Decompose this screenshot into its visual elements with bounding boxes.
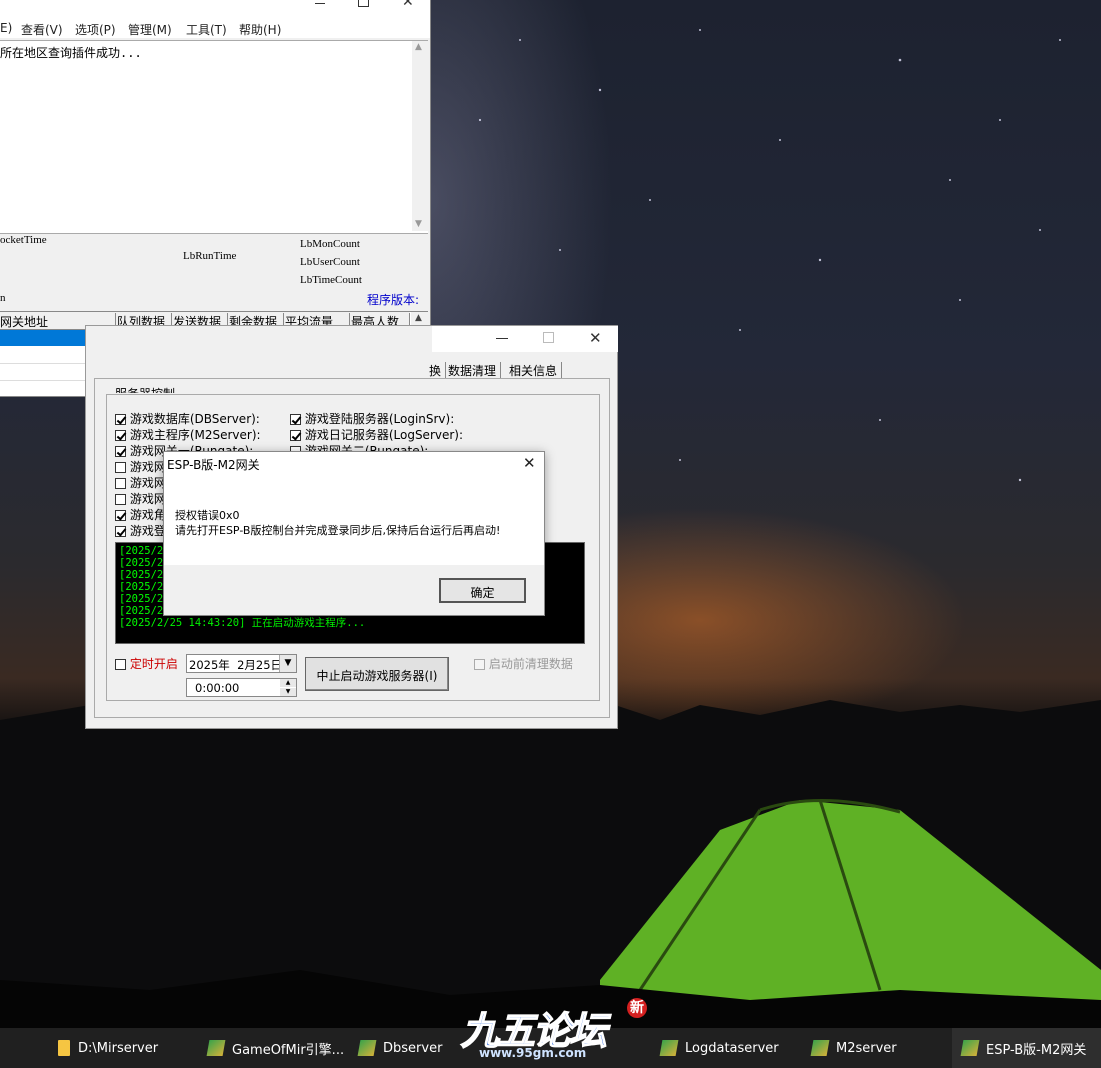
taskbar-item-m2server[interactable]: M2server [810,1028,942,1068]
forum-watermark-logo: 九五论坛 www.95gm.com 新 [455,998,650,1066]
taskbar-label: GameOfMir引擎... [232,1042,345,1058]
stop-start-server-button[interactable]: 中止启动游戏服务器(I) [305,657,449,691]
checkbox-icon[interactable] [115,478,126,489]
check-label: 游戏登 [129,524,166,538]
app-icon [960,1040,980,1056]
taskbar-item-mirserver[interactable]: D:\Mirserver [58,1028,198,1068]
dialog-message-line2: 请先打开ESP-B版控制台并完成登录同步后,保持后台运行后再启动! [175,524,501,537]
info-panel: ocketTime LbRunTime LbMonCount LbUserCou… [0,234,428,310]
checkbox-icon[interactable] [290,414,301,425]
menu-options[interactable]: 选项(P) [75,21,116,38]
date-picker[interactable]: 2025年 2月25日 ▼ [186,654,297,673]
maximize-button[interactable] [350,0,380,10]
error-dialog: ESP-B版-M2网关 ✕ 授权错误0x0 请先打开ESP-B版控制台并完成登录… [163,451,545,616]
checkbox-icon[interactable] [115,494,126,505]
tab-about[interactable]: 相关信息 [509,362,563,379]
checkbox-icon[interactable] [115,526,126,537]
checkbox-icon[interactable] [474,659,485,670]
checkbox-icon[interactable] [115,462,126,473]
close-button[interactable]: ✕ [395,0,425,10]
ok-button[interactable]: 确定 [439,578,526,603]
user-count-label: LbUserCount [300,256,360,268]
group-title: 服务器控制 [113,385,178,393]
app-icon [206,1040,226,1056]
menu-view[interactable]: 查看(V) [21,21,63,38]
taskbar-label: D:\Mirserver [78,1040,159,1056]
spin-down-icon[interactable]: ▼ [280,688,296,696]
log-line: 所在地区查询插件成功... [0,46,142,60]
date-value: 2025年 2月25日 [189,658,283,672]
taskbar: D:\Mirserver GameOfMir引擎... Dbserver Log… [0,998,1101,1068]
spin-up-icon[interactable]: ▲ [280,679,296,687]
scroll-up-icon[interactable]: ▲ [415,313,422,323]
checkbox-icon[interactable] [290,430,301,441]
check-logserver[interactable]: 游戏日记服务器(LogServer): [290,426,490,442]
check-label: 游戏日记服务器(LogServer): [304,428,464,442]
check-label: 游戏网 [129,460,166,474]
dialog-close-icon[interactable]: ✕ [523,454,536,472]
check-loginsrv[interactable]: 游戏登陆服务器(LoginSrv): [290,410,490,426]
menu-bar: E) 查看(V) 选项(P) 管理(M) 工具(T) 帮助(H) [0,10,430,38]
tab-partial[interactable]: 换 [429,362,447,379]
menu-manage[interactable]: 管理(M) [128,21,172,38]
check-m2server[interactable]: 游戏主程序(M2Server): [115,426,275,442]
taskbar-label: Logdataserver [685,1040,779,1056]
minimize-button[interactable] [305,0,335,10]
console-close-icon[interactable]: ✕ [589,329,602,347]
taskbar-item-esp-m2gate[interactable]: ESP-B版-M2网关 [952,1028,1101,1068]
taskbar-label: ESP-B版-M2网关 [986,1042,1087,1058]
scroll-up-icon[interactable]: ▲ [415,42,422,52]
dialog-title: ESP-B版-M2网关 [167,458,260,472]
log-line: [2025/2/25 14:43:20] 正在启动游戏主程序... [119,617,366,629]
menu-tools[interactable]: 工具(T) [186,21,227,38]
time-spinner[interactable]: 0:00:00 ▲ ▼ [186,678,297,697]
check-label: 游戏数据库(DBServer): [129,412,260,426]
check-label: 游戏登陆服务器(LoginSrv): [304,412,455,426]
stop-start-label: 中止启动游戏服务器(I) [316,669,438,683]
left-small-label: n [0,292,6,304]
menu-edit[interactable]: E) [0,21,12,35]
app-icon [810,1040,830,1056]
console-minimize-button[interactable] [496,338,508,339]
app-icon [357,1040,377,1056]
dialog-message-line1: 授权错误0x0 [175,509,240,522]
taskbar-item-gameofmir[interactable]: GameOfMir引擎... [206,1028,348,1068]
ok-label: 确定 [470,586,495,600]
taskbar-label: Dbserver [383,1040,443,1056]
time-count-label: LbTimeCount [300,274,362,286]
checkbox-icon[interactable] [115,510,126,521]
check-dbserver[interactable]: 游戏数据库(DBServer): [115,410,275,426]
version-label: 程序版本: [367,293,420,307]
checkbox-icon[interactable] [115,430,126,441]
watermark-badge: 新 [627,998,647,1018]
time-value: 0:00:00 [195,681,240,695]
run-time-label: LbRunTime [183,250,237,262]
console-maximize-button[interactable] [543,332,554,343]
log-scrollbar[interactable]: ▲ ▼ [412,41,428,231]
checkbox-icon[interactable] [115,446,126,457]
clear-before-start-checkbox[interactable]: 启动前清理数据 [474,655,573,672]
check-label: 游戏角 [129,508,166,522]
menu-help[interactable]: 帮助(H) [239,21,281,38]
check-label: 游戏网 [129,492,166,506]
dropdown-arrow-icon[interactable]: ▼ [279,655,296,672]
taskbar-item-logdataserver[interactable]: Logdataserver [659,1028,801,1068]
watermark-url: www.95gm.com [479,1046,587,1060]
checkbox-icon[interactable] [115,659,126,670]
folder-icon [58,1040,70,1056]
taskbar-label: M2server [836,1040,897,1056]
tab-data-clear[interactable]: 数据清理 [448,362,502,379]
app-icon [659,1040,679,1056]
socket-time-label: ocketTime [0,234,47,246]
check-label: 游戏网 [129,476,166,490]
log-memo[interactable]: 所在地区查询插件成功... ▲ ▼ [0,40,428,234]
mon-count-label: LbMonCount [300,238,360,250]
timer-label: 定时开启 [129,657,178,671]
check-label: 游戏主程序(M2Server): [129,428,261,442]
timer-checkbox[interactable]: 定时开启 [115,655,178,672]
clear-label: 启动前清理数据 [488,657,573,671]
close-icon: ✕ [402,0,414,10]
scroll-down-icon[interactable]: ▼ [415,219,422,229]
checkbox-icon[interactable] [115,414,126,425]
